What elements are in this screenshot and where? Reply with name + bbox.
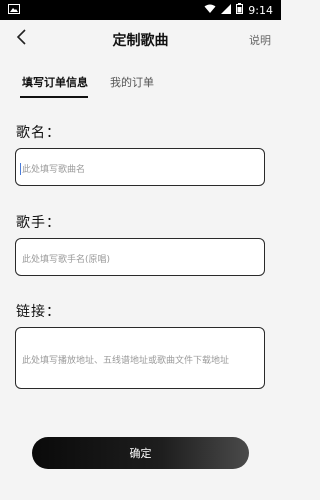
- singer-placeholder: 此处填写歌手名(原唱): [22, 255, 111, 265]
- page-title: 定制歌曲: [112, 33, 169, 49]
- status-left: [8, 3, 20, 17]
- link-label: 链接：: [16, 304, 61, 320]
- app-bar: 定制歌曲 说明: [0, 20, 281, 60]
- active-tab-indicator: [20, 96, 88, 98]
- battery-icon: [236, 3, 244, 17]
- tab-fill-order[interactable]: 填写订单信息: [22, 74, 88, 90]
- song-name-placeholder: 此处填写歌曲名: [22, 165, 86, 175]
- confirm-button[interactable]: 确定: [32, 437, 249, 469]
- tab-bar: 填写订单信息 我的订单: [0, 62, 281, 102]
- gallery-icon: [8, 3, 20, 17]
- text-caret: [20, 163, 21, 175]
- wifi-icon: [204, 4, 216, 17]
- tab-my-orders[interactable]: 我的订单: [110, 74, 154, 90]
- status-time: 9:14: [248, 3, 273, 17]
- song-name-input[interactable]: 此处填写歌曲名: [15, 148, 265, 186]
- status-bar: 9:14: [0, 0, 281, 20]
- help-link[interactable]: 说明: [249, 32, 271, 48]
- song-name-label: 歌名：: [16, 125, 61, 141]
- singer-label: 歌手：: [16, 215, 61, 231]
- status-right: 9:14: [204, 3, 273, 17]
- link-placeholder: 此处填写播放地址、五线谱地址或歌曲文件下载地址: [22, 356, 230, 366]
- signal-icon: [221, 3, 232, 17]
- link-input[interactable]: 此处填写播放地址、五线谱地址或歌曲文件下载地址: [15, 327, 265, 389]
- singer-input[interactable]: 此处填写歌手名(原唱): [15, 238, 265, 276]
